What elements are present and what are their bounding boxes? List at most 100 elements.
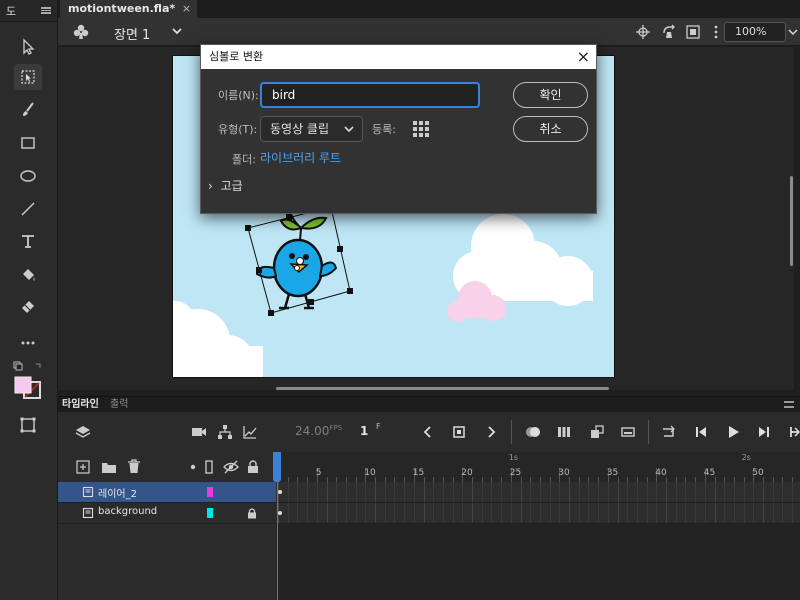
timeline-tab-bar: 타임라인 출력 bbox=[58, 396, 800, 412]
dialog-title: 심볼로 변환 bbox=[209, 50, 264, 63]
lock-icon[interactable] bbox=[247, 507, 257, 519]
frame-track[interactable] bbox=[276, 482, 800, 502]
center-stage-icon[interactable] bbox=[635, 24, 651, 40]
frame-cell-divider bbox=[598, 503, 600, 523]
frame-cell-divider bbox=[714, 482, 716, 502]
ruler-frame-number: 10 bbox=[364, 468, 376, 478]
snap-to-objects-icon[interactable] bbox=[14, 412, 42, 438]
paint-brush-tool-icon[interactable] bbox=[14, 97, 42, 123]
eraser-tool-icon[interactable] bbox=[14, 293, 42, 319]
line-tool-icon[interactable] bbox=[14, 196, 42, 222]
frame-cell-divider bbox=[607, 482, 609, 502]
frame-cell-divider bbox=[297, 503, 299, 523]
insert-keyframe-icon[interactable] bbox=[451, 424, 467, 440]
layer-color-swatch[interactable] bbox=[207, 508, 213, 518]
panel-menu-icon[interactable] bbox=[41, 7, 51, 14]
library-root-link[interactable]: 라이브러리 루트 bbox=[260, 149, 341, 166]
insert-tween-icon[interactable] bbox=[620, 424, 636, 440]
close-tab-icon[interactable]: × bbox=[182, 0, 191, 18]
frame-cell-divider bbox=[316, 503, 318, 523]
keyframe-marker[interactable] bbox=[278, 511, 282, 515]
frame-cell-divider bbox=[491, 482, 493, 502]
loop-playback-icon[interactable] bbox=[661, 424, 677, 440]
camera-icon[interactable] bbox=[191, 424, 207, 440]
highlight-dot-icon[interactable] bbox=[190, 464, 196, 470]
frame-cell-divider bbox=[646, 503, 648, 523]
scene-clubs-icon[interactable] bbox=[72, 23, 90, 41]
frame-cell-divider bbox=[627, 482, 629, 502]
frame-cell-divider bbox=[607, 503, 609, 523]
cancel-button[interactable]: 취소 bbox=[513, 116, 588, 142]
more-tools-icon[interactable] bbox=[14, 330, 42, 356]
frame-track[interactable] bbox=[276, 503, 800, 523]
frame-cell-divider bbox=[433, 482, 435, 502]
advanced-toggle[interactable]: › 고급 bbox=[208, 177, 243, 194]
outline-toggle-icon[interactable] bbox=[205, 460, 213, 474]
keyframe-marker[interactable] bbox=[278, 490, 282, 494]
create-tween-icon[interactable] bbox=[589, 424, 605, 440]
previous-keyframe-icon[interactable] bbox=[420, 424, 436, 440]
document-tab[interactable]: motiontween.fla* × bbox=[60, 0, 198, 18]
layer-color-swatch[interactable] bbox=[207, 487, 213, 497]
playhead[interactable] bbox=[273, 452, 281, 482]
delete-layer-icon[interactable] bbox=[127, 459, 141, 474]
frame-cell-divider bbox=[792, 482, 794, 502]
symbol-type-select[interactable]: 동영상 클립 bbox=[260, 116, 363, 142]
oval-tool-icon[interactable] bbox=[14, 163, 42, 189]
current-frame-display[interactable]: 1 bbox=[360, 424, 368, 438]
vertical-scrollbar[interactable] bbox=[790, 176, 793, 266]
color-swatches-icon[interactable] bbox=[12, 360, 44, 408]
step-forward-icon[interactable] bbox=[756, 424, 772, 440]
graph-editor-icon[interactable] bbox=[242, 424, 258, 440]
step-back-icon[interactable] bbox=[693, 424, 709, 440]
horizontal-scrollbar[interactable] bbox=[276, 387, 609, 390]
tab-timeline[interactable]: 타임라인 bbox=[62, 397, 99, 413]
layer-row[interactable]: background bbox=[58, 503, 276, 523]
selection-tool-icon[interactable] bbox=[14, 34, 42, 60]
frame-cell-divider bbox=[569, 503, 570, 523]
stage-options-more-icon[interactable] bbox=[708, 24, 724, 40]
layers-stack-icon[interactable] bbox=[75, 424, 91, 440]
clip-content-icon[interactable] bbox=[685, 24, 701, 40]
close-icon[interactable]: × bbox=[577, 45, 590, 69]
chevron-down-icon[interactable] bbox=[170, 24, 184, 38]
frame-cell-divider bbox=[733, 482, 735, 502]
frame-cell-divider bbox=[394, 482, 396, 502]
onion-skin-icon[interactable] bbox=[525, 424, 541, 440]
add-folder-icon[interactable] bbox=[101, 460, 117, 474]
zoom-input[interactable]: 100% bbox=[724, 22, 786, 42]
frame-cell-divider bbox=[336, 482, 338, 502]
symbol-name-input[interactable]: bird bbox=[260, 82, 480, 108]
rectangle-tool-icon[interactable] bbox=[14, 130, 42, 156]
zoom-dropdown-icon[interactable] bbox=[786, 22, 800, 42]
frame-ruler[interactable]: 5 10 15 20 25 30 35 40 45 50 1s 2s bbox=[276, 452, 800, 482]
frame-cell-divider bbox=[549, 482, 551, 502]
free-transform-bounding-box[interactable] bbox=[245, 204, 353, 316]
fps-display[interactable]: 24.00FPS bbox=[295, 424, 342, 438]
frame-cell-divider bbox=[404, 503, 406, 523]
go-to-last-frame-icon[interactable] bbox=[785, 424, 800, 440]
add-layer-icon[interactable] bbox=[76, 460, 90, 474]
play-icon[interactable] bbox=[725, 424, 741, 440]
layer-parenting-icon[interactable] bbox=[217, 424, 233, 440]
tab-output[interactable]: 출력 bbox=[110, 397, 128, 413]
frames-empty-area bbox=[276, 524, 800, 600]
scene-label: 장면 1 bbox=[114, 28, 151, 43]
panel-menu-icon[interactable] bbox=[784, 401, 794, 408]
layer-type-icon bbox=[82, 486, 94, 498]
lock-icon[interactable] bbox=[247, 459, 259, 474]
layer-row[interactable]: 레이어_2 bbox=[58, 482, 276, 502]
frame-cell-divider bbox=[287, 503, 289, 523]
paint-bucket-tool-icon[interactable] bbox=[14, 262, 42, 288]
edit-multiple-frames-icon[interactable] bbox=[556, 424, 572, 440]
ok-button[interactable]: 확인 bbox=[513, 82, 588, 108]
cloud-bottom-left bbox=[173, 301, 263, 377]
text-tool-icon[interactable] bbox=[14, 228, 42, 254]
registration-grid-icon[interactable] bbox=[413, 121, 429, 137]
rotate-stage-icon[interactable] bbox=[661, 24, 677, 40]
frame-cell-divider bbox=[724, 482, 726, 502]
next-keyframe-icon[interactable] bbox=[483, 424, 499, 440]
frame-cell-divider bbox=[636, 482, 638, 502]
free-transform-tool-icon[interactable] bbox=[14, 64, 42, 90]
hide-eye-icon[interactable] bbox=[223, 460, 239, 474]
